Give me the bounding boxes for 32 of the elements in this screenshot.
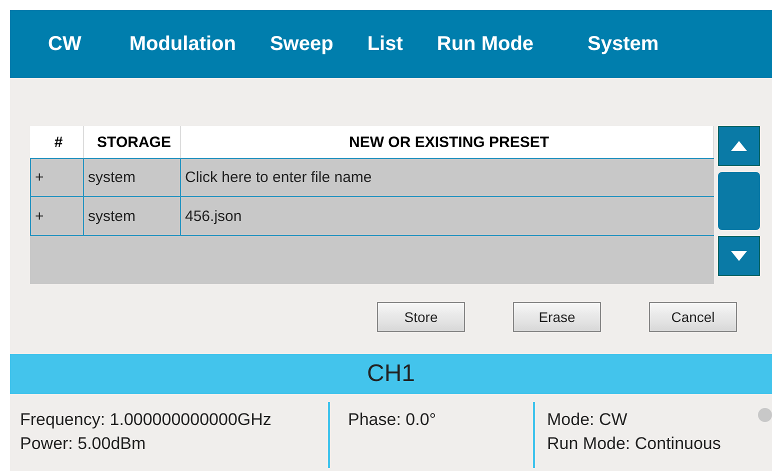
nav-tab[interactable]: List [367,32,403,56]
nav-tab[interactable]: System [588,32,659,56]
table-row[interactable]: + system Click here to enter file name [30,158,714,197]
table-cell-text: Click here to enter file name [184,168,373,188]
nav-tab[interactable]: Sweep [270,32,334,56]
down-triangle-icon [731,251,747,261]
status-text: Frequency: 1.000000000000GHz [20,410,272,430]
table-cell: system [84,159,181,196]
action-button[interactable]: Erase [513,302,601,332]
scroll-up-button[interactable] [718,126,760,166]
scrollbar-thumb[interactable] [718,172,760,230]
column-header: STORAGE [84,126,181,158]
column-header: NEW OR EXISTING PRESET [181,126,714,158]
up-triangle-icon [731,141,747,151]
table-cell: + [30,197,84,235]
status-text: Run Mode: Continuous [547,434,721,454]
table-row[interactable]: + system 456.json [30,197,714,236]
nav-tab[interactable]: CW [48,32,82,56]
status-text: Power: 5.00dBm [20,434,147,454]
action-button[interactable]: Store [377,302,465,332]
table-cell: system [84,197,181,235]
nav-tab[interactable]: Modulation [129,32,236,56]
status-text: Mode: CW [547,410,628,430]
indicator-icon [758,408,772,422]
status-text: Phase: 0.0° [348,410,438,430]
column-header: # [30,126,84,158]
nav-tab[interactable]: Run Mode [436,32,534,56]
channel-title: CH1 [366,360,415,388]
scroll-down-button[interactable] [718,236,760,276]
table-cell: + [30,159,84,196]
action-button[interactable]: Cancel [649,302,737,332]
table-cell-text: 456.json [184,206,243,226]
